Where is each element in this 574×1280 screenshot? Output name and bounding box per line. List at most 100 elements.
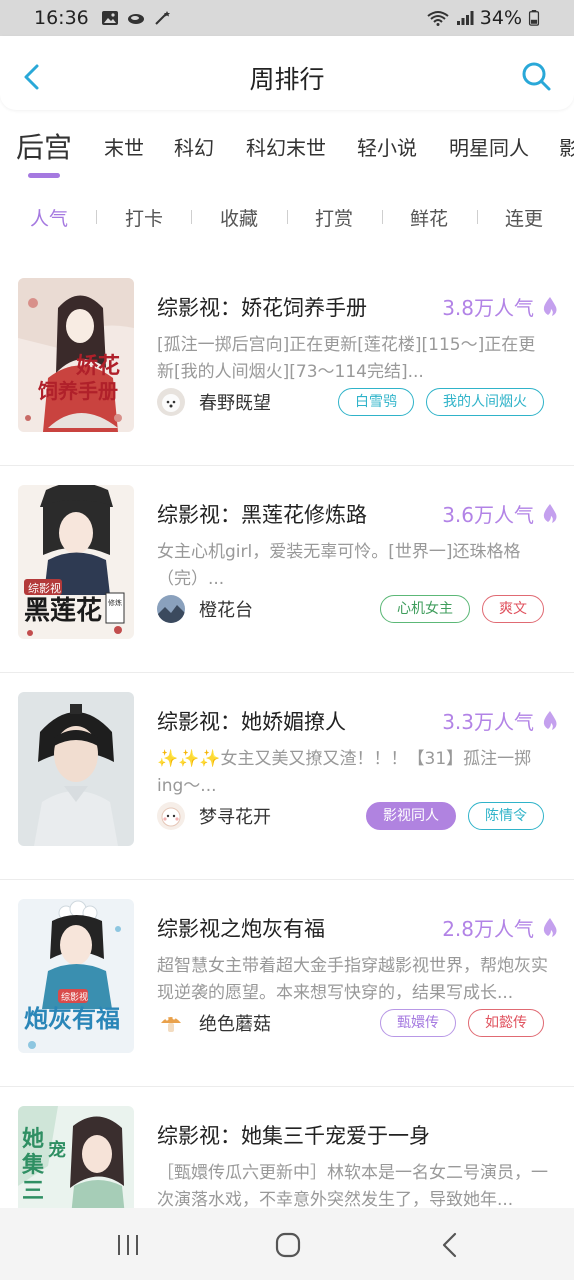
system-nav-bar xyxy=(0,1208,574,1280)
page-title: 周排行 xyxy=(249,65,325,94)
sort-divider xyxy=(96,210,97,224)
popularity-count: 2.8万人气 xyxy=(442,917,534,941)
author[interactable]: 绝色蘑菇 xyxy=(157,1009,271,1037)
flame-icon xyxy=(543,710,557,730)
sort-divider xyxy=(477,210,478,224)
status-left-icons xyxy=(101,10,171,26)
search-icon[interactable] xyxy=(520,60,552,92)
battery-percent: 34% xyxy=(479,7,522,29)
book-title[interactable]: 综影视：娇花饲养手册 xyxy=(157,292,367,322)
flame-icon xyxy=(543,503,557,523)
tab-category-1[interactable]: 末世 xyxy=(104,132,144,161)
svg-text:饲养手册: 饲养手册 xyxy=(37,379,118,403)
top-bar: 周排行 xyxy=(0,36,574,110)
wifi-icon xyxy=(427,11,449,26)
book-cover[interactable] xyxy=(18,692,134,846)
popularity: 3.8万人气 xyxy=(442,292,558,321)
tab-sort-1[interactable]: 打卡 xyxy=(125,204,163,231)
gallery-icon xyxy=(101,11,118,25)
sort-tabs: 人气 打卡 收藏 打赏 鲜花 连更 xyxy=(0,198,574,238)
tag[interactable]: 如懿传 xyxy=(468,1009,544,1037)
author-name: 春野既望 xyxy=(199,393,271,414)
sort-divider xyxy=(287,210,288,224)
book-description: [孤注一掷后宫向]正在更新[莲花楼][115～]正在更新[我的人间烟火][73～… xyxy=(157,335,536,382)
author-name: 绝色蘑菇 xyxy=(199,1014,271,1035)
popularity: 3.6万人气 xyxy=(442,499,558,528)
category-tab-indicator xyxy=(28,173,60,178)
tag[interactable]: 我的人间烟火 xyxy=(426,388,544,416)
book-item[interactable]: 综影视 黑莲花 修炼 综影视：黑莲花修炼路 3.6万人气 女主心机girl，爱装… xyxy=(0,467,574,673)
popularity-count: 3.8万人气 xyxy=(442,296,534,320)
recent-apps-icon[interactable] xyxy=(113,1230,143,1260)
tab-sort-5[interactable]: 连更 xyxy=(505,204,543,231)
tab-sort-4[interactable]: 鲜花 xyxy=(410,204,448,231)
svg-text:娇花: 娇花 xyxy=(76,353,120,379)
book-title[interactable]: 综影视：她集三千宠爱于一身 xyxy=(157,1120,430,1150)
tab-category-6[interactable]: 影 xyxy=(559,132,574,161)
author[interactable]: 橙花台 xyxy=(157,595,253,623)
tab-sort-2[interactable]: 收藏 xyxy=(220,204,258,231)
book-tags: 白雪鸮 我的人间烟火 xyxy=(338,388,544,416)
tab-sort-3[interactable]: 打赏 xyxy=(315,204,353,231)
tag[interactable]: 爽文 xyxy=(482,595,544,623)
book-tags: 甄嬛传 如懿传 xyxy=(380,1009,544,1037)
book-cover[interactable]: 娇花 饲养手册 xyxy=(18,278,134,432)
tag[interactable]: 白雪鸮 xyxy=(338,388,414,416)
tab-category-4[interactable]: 轻小说 xyxy=(357,132,417,161)
back-icon[interactable] xyxy=(435,1230,465,1260)
book-item[interactable]: 综影视 炮灰有福 综影视之炮灰有福 2.8万人气 超智慧女主带着超大金手指穿越影… xyxy=(0,881,574,1087)
battery-icon xyxy=(528,10,540,26)
svg-text:综影视: 综影视 xyxy=(28,581,61,595)
book-description: 女主心机girl，爱装无辜可怜。[世界一]还珠格格（完）... xyxy=(157,542,521,589)
flame-icon xyxy=(543,917,557,937)
status-bar: 16:36 34% xyxy=(0,0,574,36)
author[interactable]: 春野既望 xyxy=(157,388,271,416)
avatar xyxy=(157,1009,185,1037)
svg-text:宠: 宠 xyxy=(48,1139,66,1161)
svg-text:修炼: 修炼 xyxy=(108,598,122,607)
book-cover[interactable]: 综影视 黑莲花 修炼 xyxy=(18,485,134,639)
signal-icon xyxy=(456,11,474,25)
tag[interactable]: 心机女主 xyxy=(380,595,470,623)
svg-text:她: 她 xyxy=(22,1126,44,1152)
svg-text:黑莲花: 黑莲花 xyxy=(24,596,102,626)
svg-text:三: 三 xyxy=(22,1178,44,1204)
book-tags: 影视同人 陈情令 xyxy=(366,802,544,830)
svg-text:炮灰有福: 炮灰有福 xyxy=(24,1004,120,1033)
book-cover[interactable]: 综影视 炮灰有福 xyxy=(18,899,134,1053)
tag[interactable]: 甄嬛传 xyxy=(380,1009,456,1037)
tag[interactable]: 陈情令 xyxy=(468,802,544,830)
book-item[interactable]: 综影视：她娇媚撩人 3.3万人气 ✨✨✨女主又美又撩又渣！！！【31】孤注一掷i… xyxy=(0,674,574,880)
author[interactable]: 梦寻花开 xyxy=(157,802,271,830)
flame-icon xyxy=(543,296,557,316)
book-tags: 心机女主 爽文 xyxy=(380,595,544,623)
home-icon[interactable] xyxy=(273,1230,303,1260)
book-title[interactable]: 综影视：她娇媚撩人 xyxy=(157,706,346,736)
book-description: ✨✨✨女主又美又撩又渣！！！【31】孤注一掷ing～... xyxy=(157,749,532,796)
author-name: 梦寻花开 xyxy=(199,807,271,828)
tag[interactable]: 影视同人 xyxy=(366,802,456,830)
book-description: 超智慧女主带着超大金手指穿越影视世界，帮炮灰实现逆袭的愿望。本来想写快穿的，结果… xyxy=(157,956,548,1003)
sort-divider xyxy=(382,210,383,224)
popularity-count: 3.3万人气 xyxy=(442,710,534,734)
sort-divider xyxy=(191,210,192,224)
book-title[interactable]: 综影视之炮灰有福 xyxy=(157,913,325,943)
avatar xyxy=(157,388,185,416)
tab-category-0[interactable]: 后宫 xyxy=(16,126,72,166)
svg-text:综影视: 综影视 xyxy=(61,991,88,1003)
tab-category-2[interactable]: 科幻 xyxy=(174,132,214,161)
popularity: 3.3万人气 xyxy=(442,706,558,735)
tab-sort-0[interactable]: 人气 xyxy=(30,204,68,231)
tab-category-3[interactable]: 科幻末世 xyxy=(246,132,326,161)
popularity: 2.8万人气 xyxy=(442,913,558,942)
svg-text:集: 集 xyxy=(21,1152,45,1178)
cloud-icon xyxy=(127,14,144,24)
tab-category-5[interactable]: 明星同人 xyxy=(449,132,529,161)
wand-icon xyxy=(155,11,170,25)
category-tabs: 后宫 末世 科幻 科幻末世 轻小说 明星同人 影 xyxy=(0,120,574,184)
author-name: 橙花台 xyxy=(199,600,253,621)
popularity-count: 3.6万人气 xyxy=(442,503,534,527)
book-title[interactable]: 综影视：黑莲花修炼路 xyxy=(157,499,367,529)
avatar xyxy=(157,595,185,623)
book-item[interactable]: 娇花 饲养手册 综影视：娇花饲养手册 3.8万人气 [孤注一掷后宫向]正在更新[… xyxy=(0,260,574,466)
